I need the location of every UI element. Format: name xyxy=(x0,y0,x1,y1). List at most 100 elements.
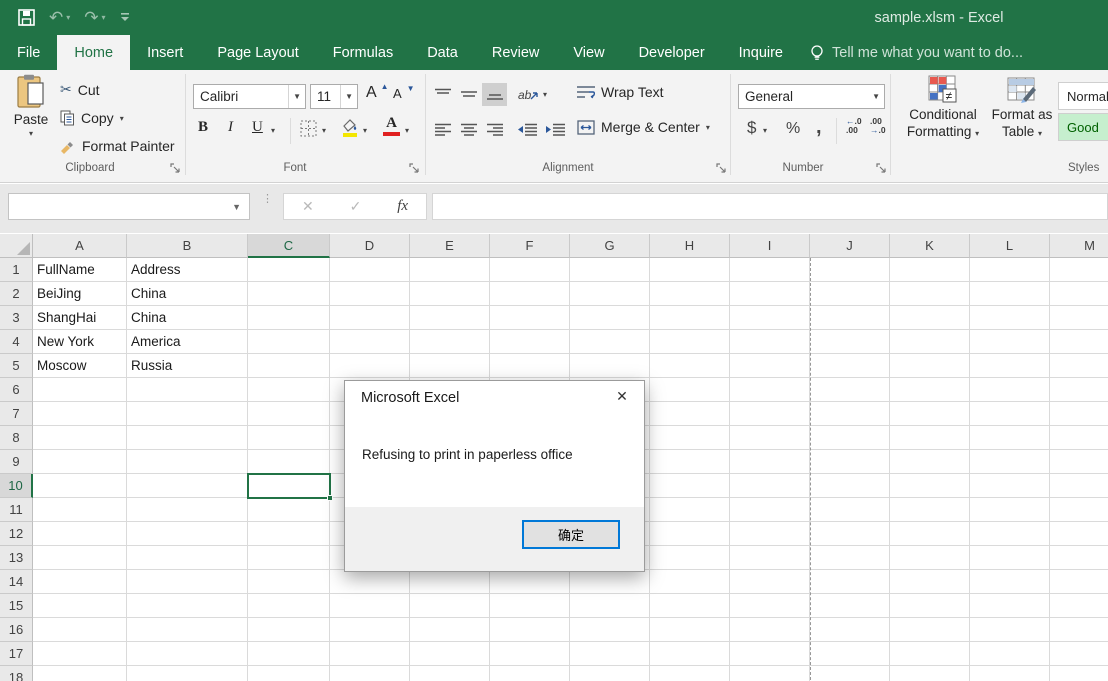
cell-K17[interactable] xyxy=(890,642,970,666)
cell-E2[interactable] xyxy=(410,282,490,306)
cell-L15[interactable] xyxy=(970,594,1050,618)
column-header-L[interactable]: L xyxy=(970,234,1050,258)
column-header-C[interactable]: C xyxy=(248,234,330,258)
cell-J2[interactable] xyxy=(810,282,890,306)
cell-B11[interactable] xyxy=(127,498,248,522)
cell-G17[interactable] xyxy=(570,642,650,666)
cell-J7[interactable] xyxy=(810,402,890,426)
cell-J18[interactable] xyxy=(810,666,890,681)
cell-D3[interactable] xyxy=(330,306,410,330)
cell-I18[interactable] xyxy=(730,666,810,681)
cell-A10[interactable] xyxy=(33,474,127,498)
column-header-K[interactable]: K xyxy=(890,234,970,258)
cell-A13[interactable] xyxy=(33,546,127,570)
redo-caret-icon[interactable]: ▾ xyxy=(102,14,106,22)
cell-B6[interactable] xyxy=(127,378,248,402)
cell-I13[interactable] xyxy=(730,546,810,570)
cell-G2[interactable] xyxy=(570,282,650,306)
cell-A9[interactable] xyxy=(33,450,127,474)
font-size-combo[interactable]: 11 ▼ xyxy=(310,84,358,109)
cell-C15[interactable] xyxy=(248,594,330,618)
cell-J14[interactable] xyxy=(810,570,890,594)
cell-I6[interactable] xyxy=(730,378,810,402)
cell-style-normal[interactable]: Normal xyxy=(1058,82,1108,110)
cell-I8[interactable] xyxy=(730,426,810,450)
cell-C1[interactable] xyxy=(248,258,330,282)
cell-F15[interactable] xyxy=(490,594,570,618)
cell-J11[interactable] xyxy=(810,498,890,522)
cell-G16[interactable] xyxy=(570,618,650,642)
cell-M16[interactable] xyxy=(1050,618,1108,642)
cell-H5[interactable] xyxy=(650,354,730,378)
borders-caret-icon[interactable]: ▾ xyxy=(322,126,326,135)
cell-E18[interactable] xyxy=(410,666,490,681)
cell-A16[interactable] xyxy=(33,618,127,642)
cell-E15[interactable] xyxy=(410,594,490,618)
cell-M1[interactable] xyxy=(1050,258,1108,282)
cell-H8[interactable] xyxy=(650,426,730,450)
row-header-6[interactable]: 6 xyxy=(0,378,33,402)
merge-center-caret-icon[interactable]: ▾ xyxy=(706,123,710,132)
cell-style-good[interactable]: Good xyxy=(1058,113,1108,141)
align-center-button[interactable] xyxy=(456,118,481,141)
cell-L13[interactable] xyxy=(970,546,1050,570)
cell-K13[interactable] xyxy=(890,546,970,570)
cell-E14[interactable] xyxy=(410,570,490,594)
cell-L4[interactable] xyxy=(970,330,1050,354)
cell-A17[interactable] xyxy=(33,642,127,666)
cell-M15[interactable] xyxy=(1050,594,1108,618)
formula-input[interactable] xyxy=(432,193,1108,220)
cell-F18[interactable] xyxy=(490,666,570,681)
dialog-ok-button[interactable]: 确定 xyxy=(522,520,620,549)
cell-I9[interactable] xyxy=(730,450,810,474)
increase-decimal-button[interactable]: ←.0.00 xyxy=(846,117,862,136)
cell-L10[interactable] xyxy=(970,474,1050,498)
formula-bar-resize-handle[interactable]: ⋮ xyxy=(262,196,272,203)
cell-G14[interactable] xyxy=(570,570,650,594)
cell-K8[interactable] xyxy=(890,426,970,450)
cell-J9[interactable] xyxy=(810,450,890,474)
row-header-2[interactable]: 2 xyxy=(0,282,33,306)
increase-indent-button[interactable] xyxy=(542,118,567,141)
accounting-format-button[interactable]: $ xyxy=(747,118,756,138)
cell-L12[interactable] xyxy=(970,522,1050,546)
cell-L1[interactable] xyxy=(970,258,1050,282)
cell-H7[interactable] xyxy=(650,402,730,426)
cell-D17[interactable] xyxy=(330,642,410,666)
row-header-7[interactable]: 7 xyxy=(0,402,33,426)
fill-color-caret-icon[interactable]: ▾ xyxy=(363,126,367,135)
redo-button[interactable]: ↷▾ xyxy=(84,9,105,26)
insert-function-icon[interactable]: fx xyxy=(397,198,408,215)
column-header-B[interactable]: B xyxy=(127,234,248,258)
merge-center-button[interactable]: Merge & Center ▾ xyxy=(577,119,710,135)
cell-F5[interactable] xyxy=(490,354,570,378)
cell-F2[interactable] xyxy=(490,282,570,306)
cell-M8[interactable] xyxy=(1050,426,1108,450)
name-box[interactable]: ▼ xyxy=(8,193,250,220)
cell-J16[interactable] xyxy=(810,618,890,642)
cell-H13[interactable] xyxy=(650,546,730,570)
cancel-icon[interactable]: ✕ xyxy=(302,198,314,215)
save-icon[interactable] xyxy=(18,9,35,26)
cell-D2[interactable] xyxy=(330,282,410,306)
cell-B12[interactable] xyxy=(127,522,248,546)
tab-review[interactable]: Review xyxy=(475,35,557,70)
cell-K7[interactable] xyxy=(890,402,970,426)
customize-qat-icon[interactable] xyxy=(120,12,130,23)
row-header-16[interactable]: 16 xyxy=(0,618,33,642)
column-header-G[interactable]: G xyxy=(570,234,650,258)
column-header-M[interactable]: M xyxy=(1050,234,1108,258)
cell-A2[interactable]: BeiJing xyxy=(33,282,127,306)
cell-H2[interactable] xyxy=(650,282,730,306)
decrease-font-size-button[interactable]: A▼ xyxy=(393,86,416,101)
align-right-button[interactable] xyxy=(482,118,507,141)
underline-caret-icon[interactable]: ▾ xyxy=(271,126,275,135)
cell-I2[interactable] xyxy=(730,282,810,306)
cell-G15[interactable] xyxy=(570,594,650,618)
middle-align-button[interactable] xyxy=(456,83,481,106)
cell-J15[interactable] xyxy=(810,594,890,618)
cell-C5[interactable] xyxy=(248,354,330,378)
cell-M4[interactable] xyxy=(1050,330,1108,354)
cell-F14[interactable] xyxy=(490,570,570,594)
active-cell-border[interactable] xyxy=(247,473,331,499)
